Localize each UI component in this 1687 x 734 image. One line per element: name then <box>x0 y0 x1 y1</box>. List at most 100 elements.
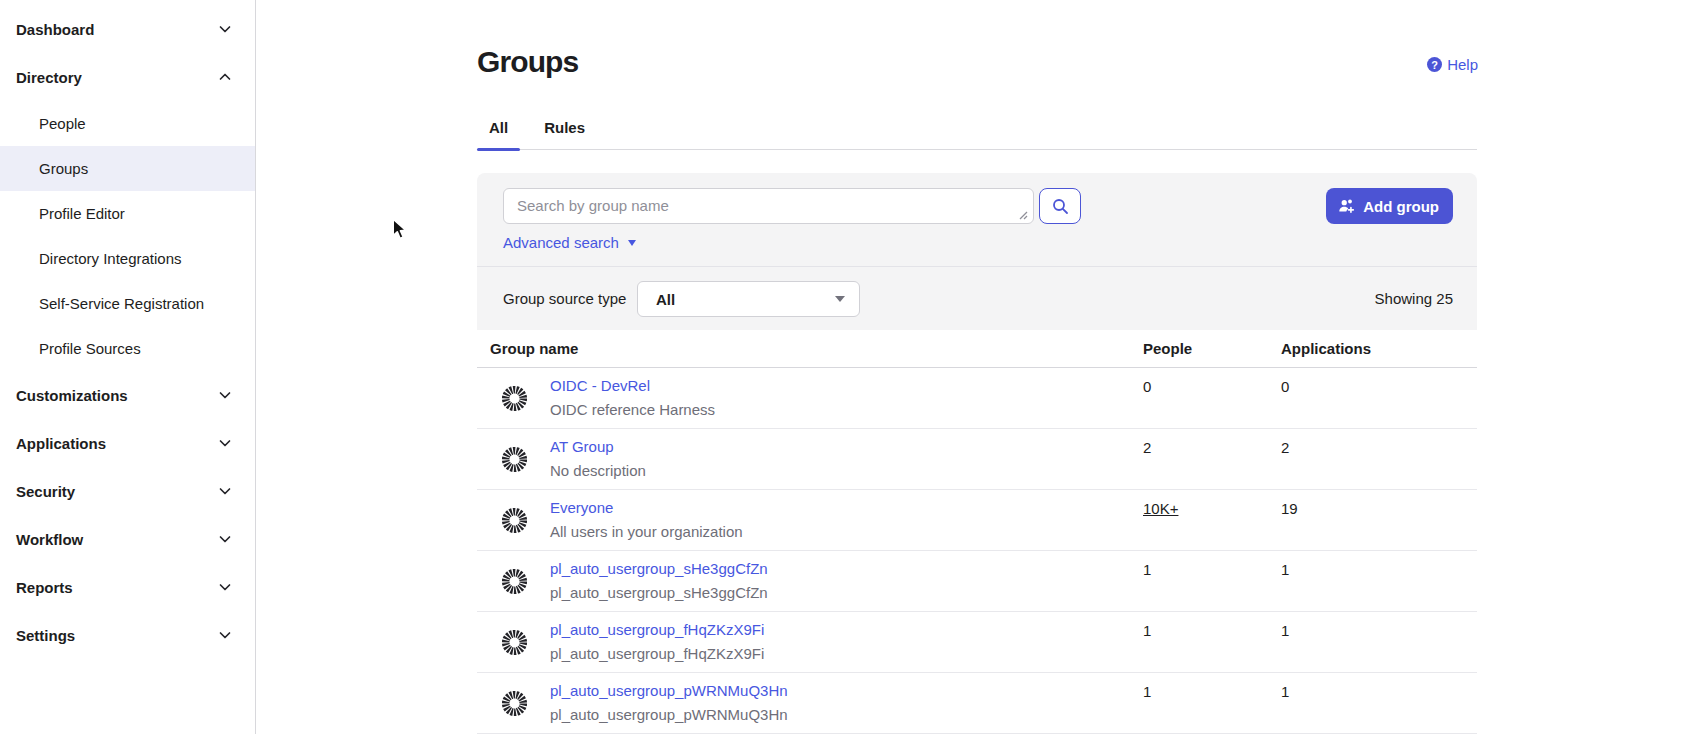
sidebar-item-groups[interactable]: Groups <box>0 146 255 191</box>
table-row: Everyone All users in your organization … <box>477 490 1477 551</box>
tab-label: Rules <box>544 119 585 136</box>
column-header-group-name: Group name <box>477 340 1143 357</box>
tab-rules[interactable]: Rules <box>532 115 597 149</box>
applications-count: 1 <box>1281 683 1289 700</box>
help-icon: ? <box>1427 57 1442 72</box>
people-count: 1 <box>1143 622 1151 639</box>
people-count[interactable]: 10K+ <box>1143 500 1178 517</box>
group-source-type-label: Group source type <box>503 290 626 307</box>
caret-down-icon <box>628 240 636 246</box>
tab-label: All <box>489 119 508 136</box>
sidebar-item-label: Workflow <box>16 531 83 548</box>
group-icon <box>502 447 527 472</box>
advanced-search-link[interactable]: Advanced search <box>503 234 636 251</box>
search-icon <box>1052 198 1069 215</box>
sidebar-item-security[interactable]: Security <box>0 467 255 515</box>
sidebar-item-label: Groups <box>39 160 88 177</box>
tab-bar: All Rules <box>477 115 1477 150</box>
table-row: OIDC - DevRel OIDC reference Harness 0 0 <box>477 368 1477 429</box>
sidebar-item-reports[interactable]: Reports <box>0 563 255 611</box>
advanced-search-label: Advanced search <box>503 234 619 251</box>
sidebar-item-settings[interactable]: Settings <box>0 611 255 659</box>
group-description: No description <box>550 459 1143 483</box>
group-source-type-select[interactable]: All <box>637 281 860 317</box>
sidebar-item-label: Dashboard <box>16 21 94 38</box>
search-input[interactable] <box>503 188 1034 224</box>
group-icon <box>502 691 527 716</box>
sidebar-item-label: Applications <box>16 435 106 452</box>
group-icon <box>502 569 527 594</box>
group-description: All users in your organization <box>550 520 1143 544</box>
group-icon <box>502 386 527 411</box>
sidebar-item-label: Self-Service Registration <box>39 295 204 312</box>
chevron-up-icon <box>217 69 233 85</box>
chevron-down-icon <box>217 531 233 547</box>
group-name-link[interactable]: pl_auto_usergroup_pWRNMuQ3Hn <box>550 679 788 703</box>
page-title: Groups <box>477 44 578 80</box>
group-description: pl_auto_usergroup_sHe3ggCfZn <box>550 581 1143 605</box>
sidebar-item-applications[interactable]: Applications <box>0 419 255 467</box>
column-header-applications: Applications <box>1281 340 1477 357</box>
column-header-people: People <box>1143 340 1281 357</box>
group-icon <box>502 508 527 533</box>
people-count: 1 <box>1143 683 1151 700</box>
group-name-link[interactable]: Everyone <box>550 496 613 520</box>
sidebar-item-profile-editor[interactable]: Profile Editor <box>0 191 255 236</box>
sidebar-item-label: Reports <box>16 579 73 596</box>
chevron-down-icon <box>217 435 233 451</box>
add-group-button[interactable]: Add group <box>1326 188 1453 224</box>
group-name-link[interactable]: pl_auto_usergroup_fHqZKzX9Fi <box>550 618 764 642</box>
sidebar-item-directory-integrations[interactable]: Directory Integrations <box>0 236 255 281</box>
applications-count: 19 <box>1281 500 1298 517</box>
sidebar-item-people[interactable]: People <box>0 101 255 146</box>
chevron-down-icon <box>217 387 233 403</box>
sidebar-item-label: Customizations <box>16 387 128 404</box>
group-description: OIDC reference Harness <box>550 398 1143 422</box>
group-source-type-value: All <box>656 291 675 308</box>
group-description: pl_auto_usergroup_fHqZKzX9Fi <box>550 642 1143 666</box>
sidebar-item-directory[interactable]: Directory <box>0 53 255 101</box>
tab-all[interactable]: All <box>477 115 520 149</box>
select-caret-icon <box>835 296 845 302</box>
group-name-link[interactable]: AT Group <box>550 435 614 459</box>
sidebar-item-customizations[interactable]: Customizations <box>0 371 255 419</box>
sidebar-item-dashboard[interactable]: Dashboard <box>0 5 255 53</box>
chevron-down-icon <box>217 627 233 643</box>
table-row: pl_auto_usergroup_pWRNMuQ3Hn pl_auto_use… <box>477 673 1477 734</box>
filters-panel: Advanced search Add group Group source t… <box>477 173 1477 330</box>
showing-count: Showing 25 <box>1375 290 1453 307</box>
people-count: 0 <box>1143 378 1151 395</box>
help-label: Help <box>1447 56 1478 73</box>
group-icon <box>502 630 527 655</box>
applications-count: 0 <box>1281 378 1289 395</box>
table-row: pl_auto_usergroup_sHe3ggCfZn pl_auto_use… <box>477 551 1477 612</box>
sidebar-item-label: Settings <box>16 627 75 644</box>
groups-table: Group name People Applications OIDC - De… <box>477 330 1477 734</box>
sidebar-item-self-service-registration[interactable]: Self-Service Registration <box>0 281 255 326</box>
applications-count: 1 <box>1281 561 1289 578</box>
chevron-down-icon <box>217 21 233 37</box>
sidebar-item-label: Directory Integrations <box>39 250 182 267</box>
sidebar-item-workflow[interactable]: Workflow <box>0 515 255 563</box>
group-name-link[interactable]: pl_auto_usergroup_sHe3ggCfZn <box>550 557 768 581</box>
table-header: Group name People Applications <box>477 330 1477 368</box>
people-count: 1 <box>1143 561 1151 578</box>
search-section: Advanced search Add group <box>477 173 1477 267</box>
person-add-icon <box>1338 198 1355 215</box>
chevron-down-icon <box>217 483 233 499</box>
sidebar-item-label: Directory <box>16 69 82 86</box>
group-description: pl_auto_usergroup_pWRNMuQ3Hn <box>550 703 1143 727</box>
sidebar-item-label: Security <box>16 483 75 500</box>
add-group-label: Add group <box>1363 198 1439 215</box>
sidebar-item-label: People <box>39 115 86 132</box>
table-body: OIDC - DevRel OIDC reference Harness 0 0… <box>477 368 1477 734</box>
table-row: AT Group No description 2 2 <box>477 429 1477 490</box>
help-link[interactable]: ? Help <box>1427 56 1478 73</box>
sidebar-item-profile-sources[interactable]: Profile Sources <box>0 326 255 371</box>
group-source-bar: Group source type All Showing 25 <box>477 267 1477 330</box>
chevron-down-icon <box>217 579 233 595</box>
search-button[interactable] <box>1039 188 1081 224</box>
applications-count: 1 <box>1281 622 1289 639</box>
group-name-link[interactable]: OIDC - DevRel <box>550 374 650 398</box>
people-count: 2 <box>1143 439 1151 456</box>
